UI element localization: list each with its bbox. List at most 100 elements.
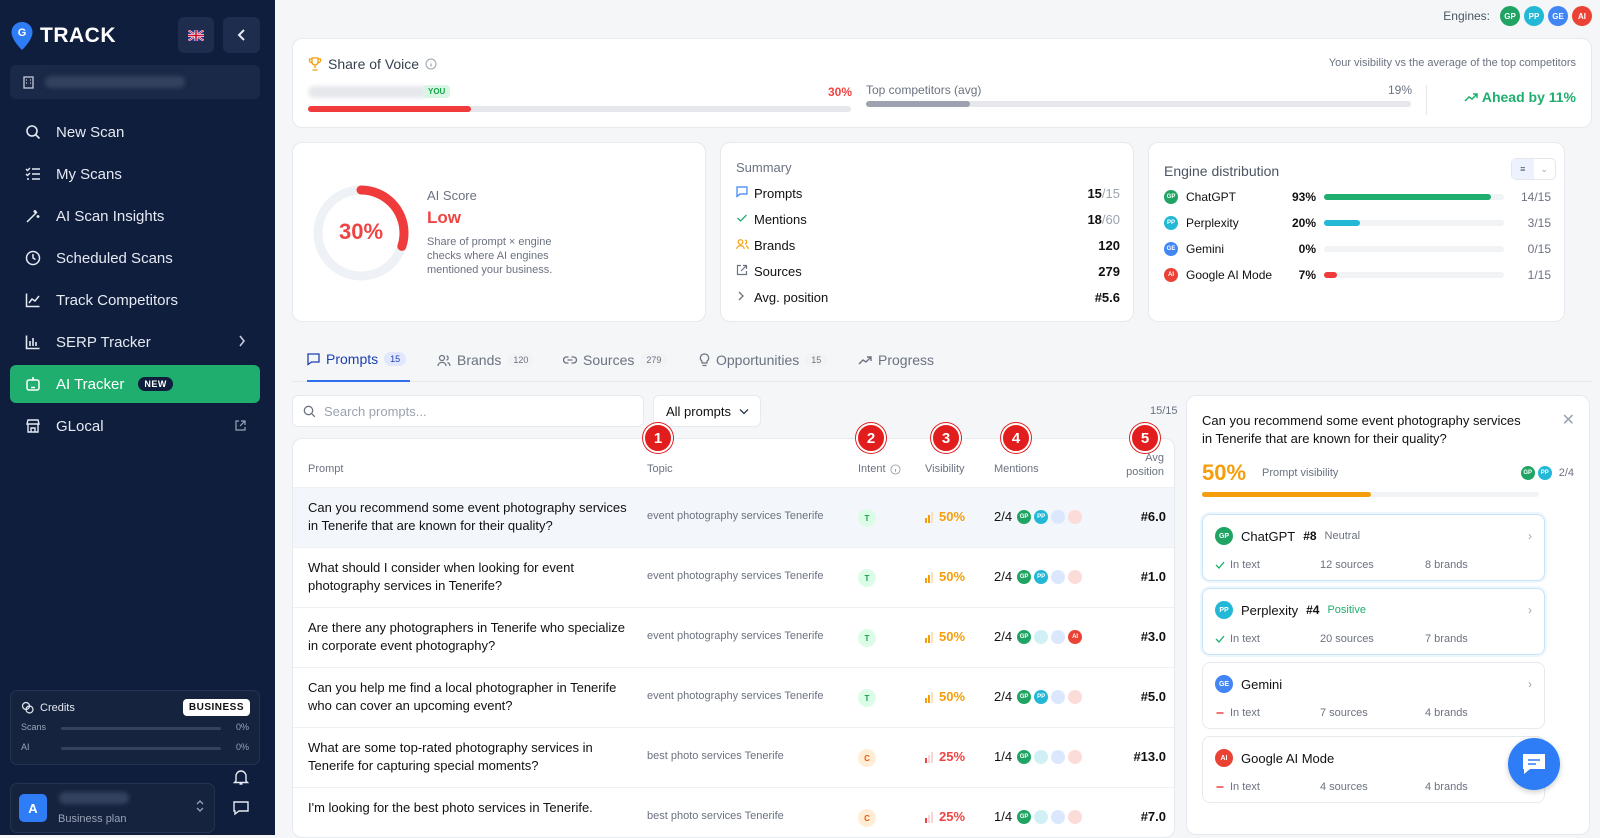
engine-count: 3/15 (1527, 216, 1551, 230)
organization-name-redacted (45, 76, 185, 88)
engines-legend: Engines: GP PP GE AI (1443, 6, 1592, 26)
tab-sources[interactable]: Sources 279 (563, 338, 668, 382)
chevron-left-icon (237, 29, 245, 41)
signal-bars-icon (925, 811, 933, 823)
info-icon[interactable] (425, 58, 437, 70)
mentions-cell: 2/4 GPPPGEAI (994, 629, 1083, 644)
building-icon (23, 75, 34, 89)
annotation-marker: 2 (856, 423, 886, 453)
engine-chatgpt-icon: GP (1500, 6, 1520, 26)
engine-distribution-title: Engine distribution (1164, 163, 1280, 179)
table-row[interactable]: I'm looking for the best photo services … (293, 787, 1174, 837)
col-header-intent-label: Intent (858, 463, 886, 475)
engine-status-icon: PP (1034, 809, 1049, 824)
credits-scans-bar (61, 727, 221, 730)
tab-opportunities[interactable]: Opportunities 15 (699, 338, 828, 382)
sidebar-item-ai-scan-insights[interactable]: AI Scan Insights (10, 197, 260, 235)
mentions-count: 1/4 (994, 809, 1013, 824)
engine-rank: #8 (1303, 529, 1317, 543)
table-row[interactable]: What are some top-rated photography serv… (293, 727, 1174, 787)
engine-result-card[interactable]: GE Gemini › In text 7 sources 4 brands (1202, 662, 1545, 729)
annotation-marker: 5 (1130, 423, 1160, 453)
chat-icon[interactable] (232, 799, 250, 817)
logo[interactable]: G TRACK (10, 18, 116, 54)
prompt-filter-select[interactable]: All prompts (653, 395, 761, 427)
summary-row-avg-position: Avg. position #5.6 (736, 287, 1120, 307)
mentions-cell: 2/4 GPPPGEAI (994, 569, 1083, 584)
chat-bubble-icon (736, 185, 754, 201)
table-row[interactable]: Can you recommend some event photography… (293, 487, 1174, 547)
engine-status-icon: GP (1017, 749, 1032, 764)
engine-status-icon: GP (1017, 569, 1032, 584)
engine-result-card[interactable]: GP ChatGPT #8 Neutral › In text 12 sources 8 br… (1202, 514, 1545, 581)
info-icon[interactable] (889, 463, 901, 475)
list-view-icon[interactable]: ≡ (1512, 159, 1534, 179)
engine-icon: PP (1164, 216, 1178, 230)
chevron-up-down-icon (196, 799, 204, 818)
check-icon (1215, 635, 1225, 643)
engine-result-card[interactable]: PP Perplexity #4 Positive › In text 20 sources… (1202, 588, 1545, 655)
chart-view-icon[interactable]: ⌄ (1534, 159, 1556, 179)
avg-position: #6.0 (1140, 509, 1166, 524)
sidebar-item-serp-tracker[interactable]: SERP Tracker (10, 323, 260, 361)
credits-ai-label: AI (21, 742, 30, 752)
engine-status: In text (1230, 707, 1260, 719)
engine-status-icon: AI (1068, 689, 1083, 704)
search-icon (24, 123, 42, 141)
collapse-sidebar-button[interactable] (223, 17, 260, 53)
engine-icon: GE (1215, 675, 1233, 693)
topic-text: best photo services Tenerife (647, 750, 784, 762)
robot-icon (24, 375, 42, 393)
engine-sentiment: Positive (1327, 604, 1366, 616)
sidebar-item-glocal[interactable]: GLocal (10, 407, 260, 445)
engine-status-icon: GP (1017, 689, 1032, 704)
sidebar-item-track-competitors[interactable]: Track Competitors (10, 281, 260, 319)
tab-count: 15 (384, 352, 407, 366)
visibility-pct: 50% (939, 509, 966, 524)
summary-label: Prompts (754, 185, 803, 201)
user-menu[interactable]: A Business plan (10, 783, 215, 833)
external-link-icon (736, 264, 754, 279)
summary-row-sources: Sources 279 (736, 261, 1120, 281)
mentions-count: 2/4 (994, 629, 1013, 644)
engine-status-icon: GE (1051, 749, 1066, 764)
engine-pct: 0% (1298, 242, 1316, 256)
engine-status-icon: PP (1034, 509, 1049, 524)
sidebar-item-new-scan[interactable]: New Scan (10, 113, 260, 151)
sidebar-item-scheduled-scans[interactable]: Scheduled Scans (10, 239, 260, 277)
col-header-visibility: Visibility (925, 463, 965, 475)
tab-count: 120 (507, 353, 535, 367)
view-toggle[interactable]: ≡ ⌄ (1511, 158, 1556, 180)
competitors-bar (866, 101, 1411, 107)
intent-badge: C (858, 749, 876, 767)
summary-value: 279 (1098, 263, 1120, 279)
table-row[interactable]: Can you help me find a local photographe… (293, 667, 1174, 727)
organization-selector[interactable] (10, 65, 260, 99)
ai-score-card: 30% AI Score Low Share of prompt × engin… (292, 142, 706, 322)
sidebar-item-ai-tracker[interactable]: AI Tracker NEW (10, 365, 260, 403)
sidebar-item-label: My Scans (56, 165, 122, 183)
chat-support-button[interactable] (1508, 738, 1560, 790)
competitors-label: Top competitors (avg) (866, 83, 982, 97)
tab-prompts[interactable]: Prompts 15 (307, 338, 411, 382)
table-row[interactable]: Are there any photographers in Tenerife … (293, 607, 1174, 667)
language-button[interactable] (178, 17, 214, 53)
engine-status: In text (1230, 633, 1260, 645)
visibility-value: 50% (925, 689, 965, 704)
engine-result-card[interactable]: AIGoogle AI Mode›In text4 sources4 brand… (1202, 736, 1545, 803)
summary-value: 15 (1087, 185, 1102, 201)
engine-icon: GP (1215, 527, 1233, 545)
summary-total: /15 (1101, 185, 1120, 201)
main-content: Engines: GP PP GE AI Share of Voice YOU … (275, 0, 1600, 838)
search-input[interactable] (324, 403, 624, 419)
visibility-value: 25% (925, 809, 965, 824)
close-icon[interactable]: ✕ (1562, 410, 1575, 430)
user-name-redacted (59, 792, 129, 804)
bell-icon[interactable] (232, 768, 250, 786)
dash-icon (1216, 786, 1224, 788)
engine-ai-mode-icon: AI (1572, 6, 1592, 26)
tab-brands[interactable]: Brands 120 (437, 338, 535, 382)
sidebar-item-my-scans[interactable]: My Scans (10, 155, 260, 193)
tab-progress[interactable]: Progress (858, 338, 934, 382)
table-row[interactable]: What should I consider when looking for … (293, 547, 1174, 607)
